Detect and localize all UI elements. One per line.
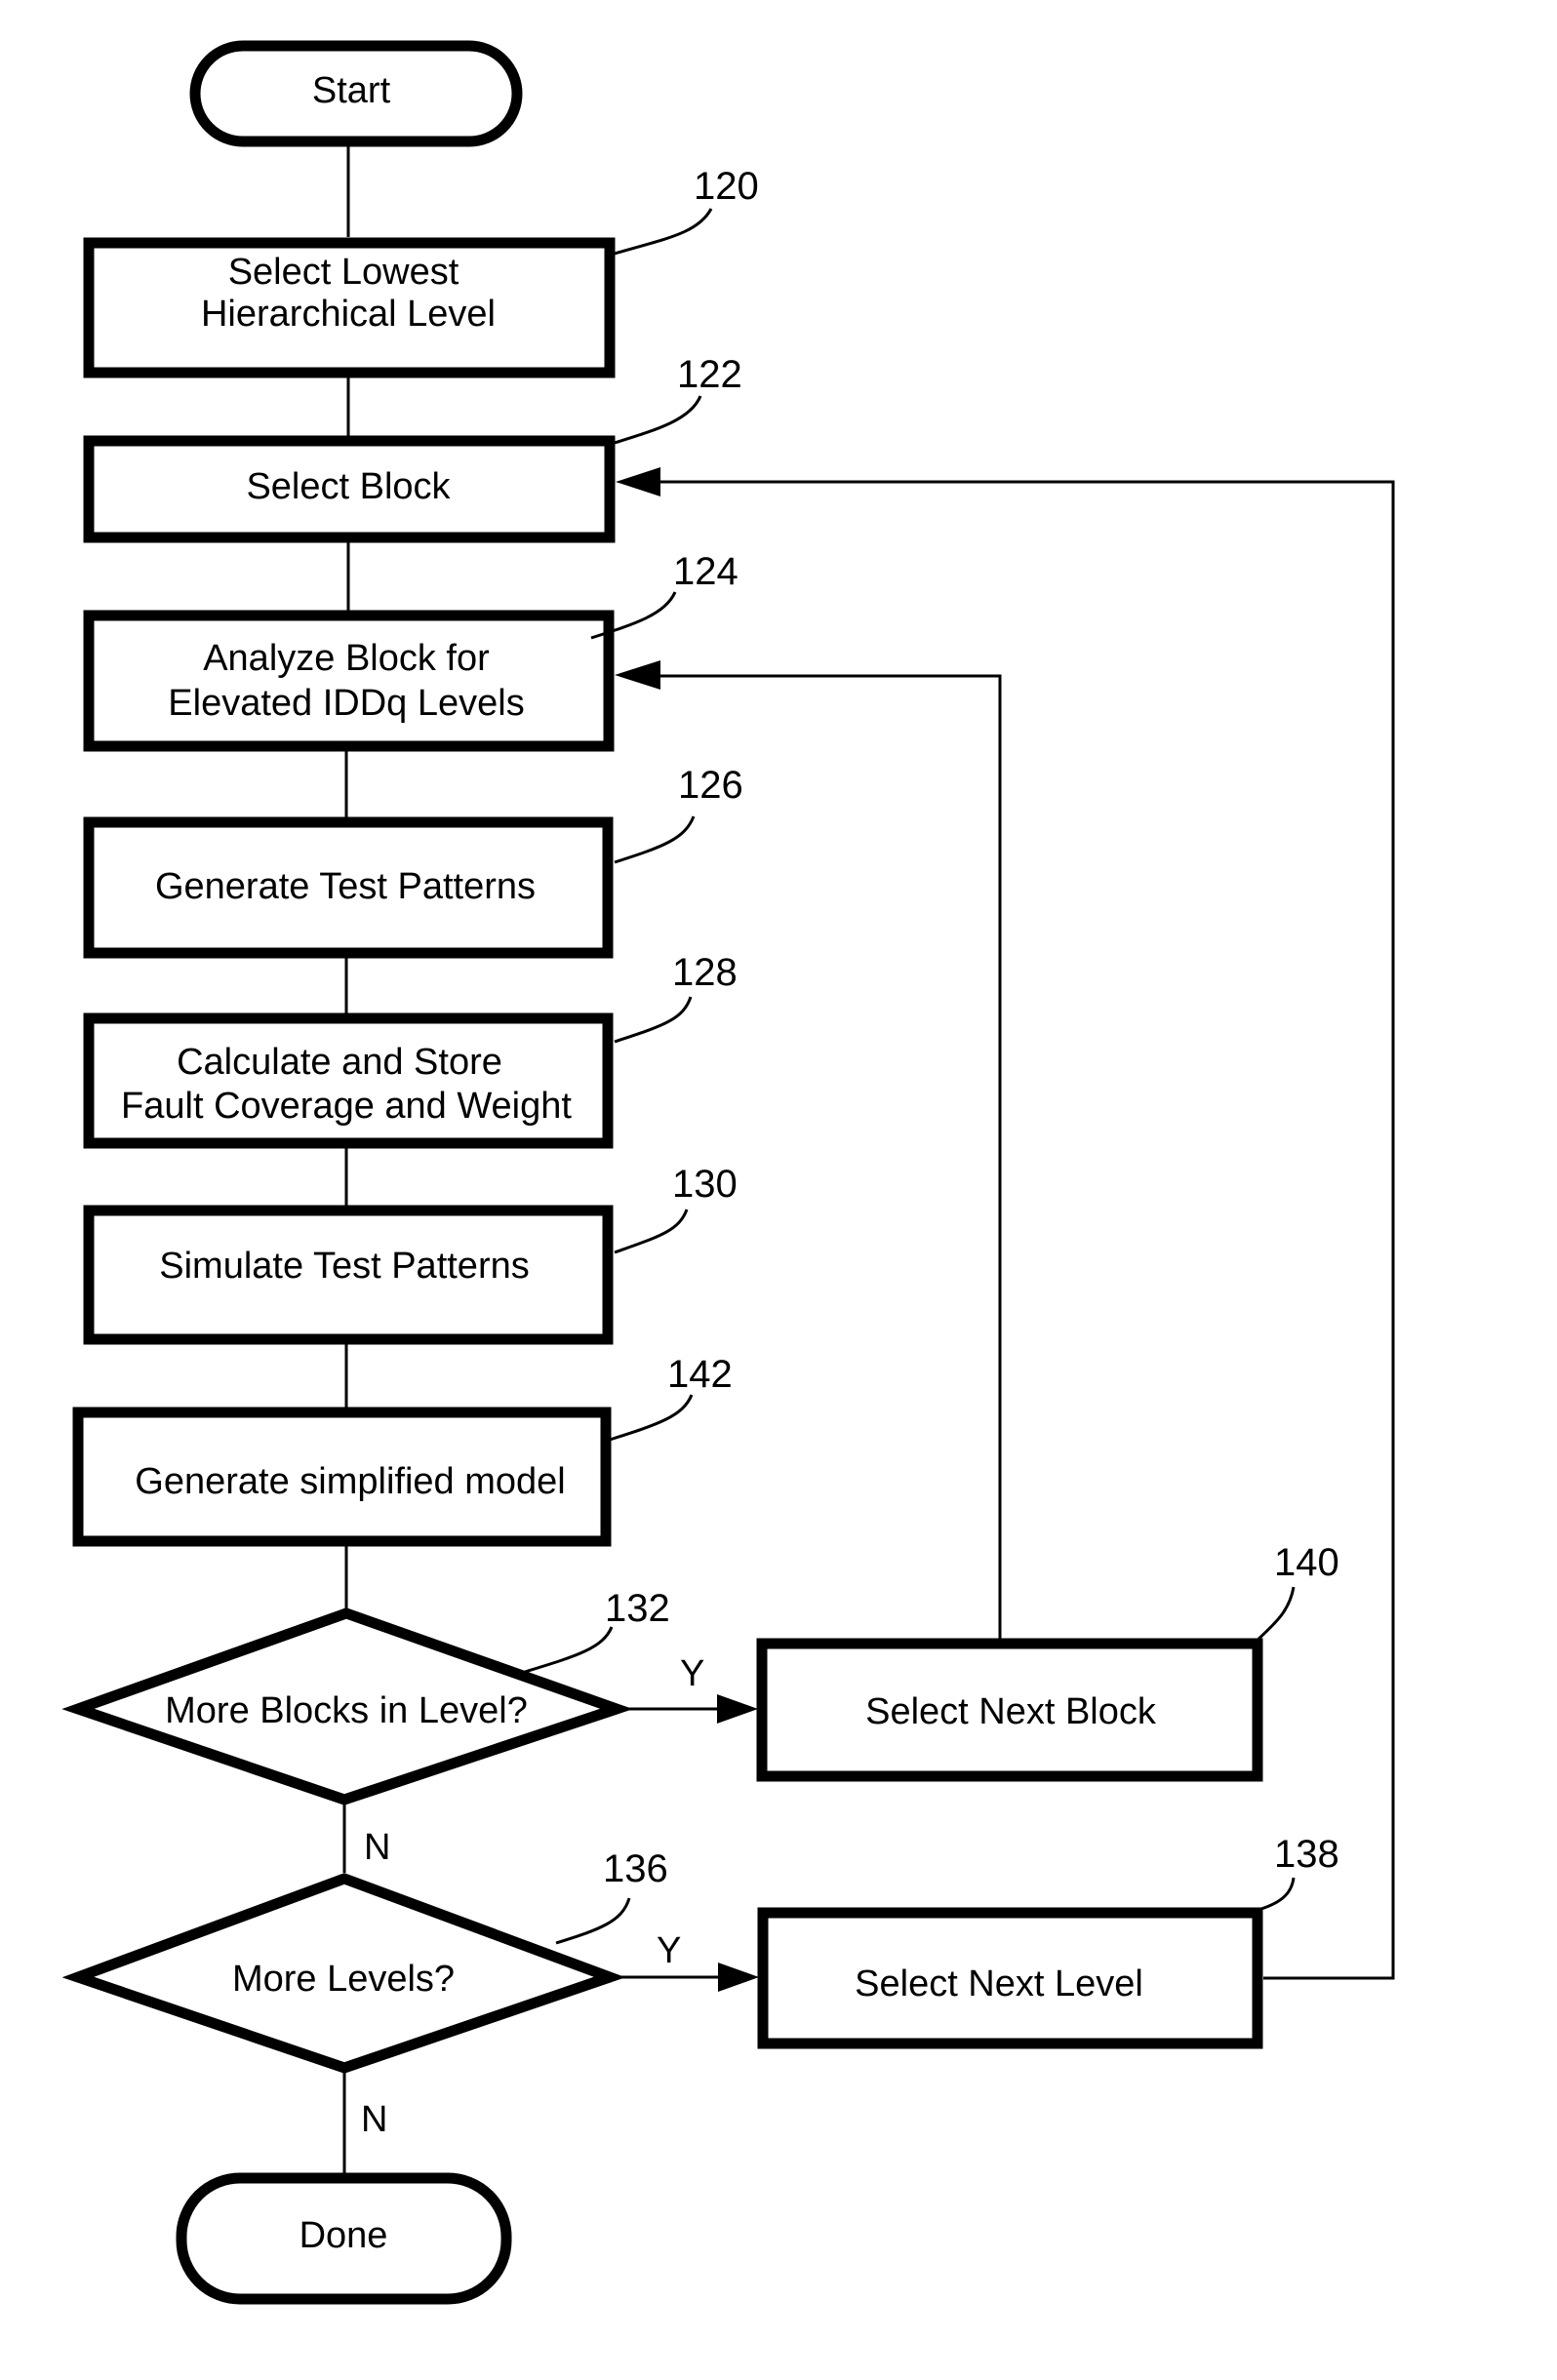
node-120-line-1: Select Lowest: [228, 252, 459, 293]
node-122: Select Block: [83, 435, 616, 543]
node-124-line-1: Analyze Block for: [203, 638, 490, 679]
ref-128: 128: [614, 951, 738, 1044]
node-start: Start: [189, 40, 523, 147]
node-136: More Levels?: [61, 1873, 626, 2074]
start-label: Start: [312, 70, 391, 111]
node-136-label: More Levels?: [232, 1959, 455, 2000]
node-120: Select Lowest Hierarchical Level: [83, 237, 616, 378]
leader-line-138: [1254, 1877, 1296, 1913]
branch-label-blocks-no: N: [364, 1827, 390, 1868]
ref-138: 138: [1254, 1833, 1339, 1913]
ref-numeral-130: 130: [672, 1163, 738, 1206]
flowchart-canvas: Start Select Lowest Hierarchical Level S…: [61, 40, 1395, 2305]
branch-label-blocks-yes: Y: [680, 1653, 704, 1694]
leader-line-120: [614, 208, 713, 256]
ref-numeral-122: 122: [677, 353, 742, 396]
node-128-line-1: Calculate and Store: [177, 1042, 502, 1083]
done-label: Done: [299, 2215, 388, 2256]
node-142-label: Generate simplified model: [135, 1461, 565, 1502]
ref-numeral-120: 120: [694, 165, 759, 208]
ref-numeral-142: 142: [667, 1353, 733, 1396]
node-128-line-2: Fault Coverage and Weight: [121, 1086, 572, 1127]
node-124: Analyze Block for Elevated IDDq Levels: [83, 610, 615, 752]
process-box-124: [83, 610, 615, 752]
leader-line-142: [609, 1394, 694, 1442]
ref-120: 120: [614, 165, 759, 256]
node-132: More Blocks in Level?: [61, 1607, 633, 1805]
ref-numeral-140: 140: [1274, 1541, 1339, 1584]
leader-line-128: [614, 996, 693, 1044]
branch-label-levels-no: N: [361, 2099, 387, 2140]
ref-122: 122: [614, 353, 742, 445]
ref-140: 140: [1253, 1541, 1339, 1645]
ref-132: 132: [524, 1587, 670, 1674]
ref-126: 126: [614, 764, 743, 864]
node-140-label: Select Next Block: [865, 1691, 1157, 1732]
node-140: Select Next Block: [756, 1638, 1263, 1782]
node-142: Generate simplified model: [72, 1407, 612, 1547]
arrowhead-into-140: [717, 1694, 758, 1724]
leader-line-126: [614, 815, 696, 864]
node-132-label: More Blocks in Level?: [165, 1690, 528, 1731]
ref-136: 136: [555, 1847, 668, 1945]
arrowhead-into-138: [718, 1963, 759, 1992]
node-126-label: Generate Test Patterns: [155, 866, 536, 907]
edge-140-loop-to-124: [659, 674, 1002, 1639]
ref-numeral-128: 128: [672, 951, 738, 994]
leader-line-130: [614, 1209, 689, 1254]
arrowhead-into-122: [616, 467, 660, 496]
ref-142: 142: [609, 1353, 733, 1442]
leader-line-132: [524, 1626, 614, 1674]
ref-numeral-138: 138: [1274, 1833, 1339, 1876]
node-done: Done: [176, 2172, 512, 2305]
ref-numeral-132: 132: [605, 1587, 670, 1630]
arrowhead-into-124: [615, 660, 660, 690]
node-122-label: Select Block: [246, 466, 451, 507]
ref-numeral-136: 136: [603, 1847, 668, 1890]
ref-numeral-124: 124: [673, 550, 739, 593]
leader-line-136: [555, 1897, 631, 1945]
node-130: Simulate Test Patterns: [83, 1205, 614, 1345]
ref-130: 130: [614, 1163, 738, 1254]
node-120-line-2: Hierarchical Level: [201, 294, 496, 335]
node-128: Calculate and Store Fault Coverage and W…: [83, 1012, 614, 1149]
node-126: Generate Test Patterns: [83, 816, 614, 959]
leader-line-140: [1253, 1586, 1296, 1645]
node-138: Select Next Level: [757, 1907, 1263, 2049]
leader-line-122: [614, 395, 702, 445]
branch-label-levels-yes: Y: [657, 1930, 681, 1971]
node-130-label: Simulate Test Patterns: [159, 1246, 529, 1287]
node-124-line-2: Elevated IDDq Levels: [168, 683, 524, 724]
ref-numeral-126: 126: [678, 764, 743, 807]
node-138-label: Select Next Level: [855, 1964, 1143, 2004]
